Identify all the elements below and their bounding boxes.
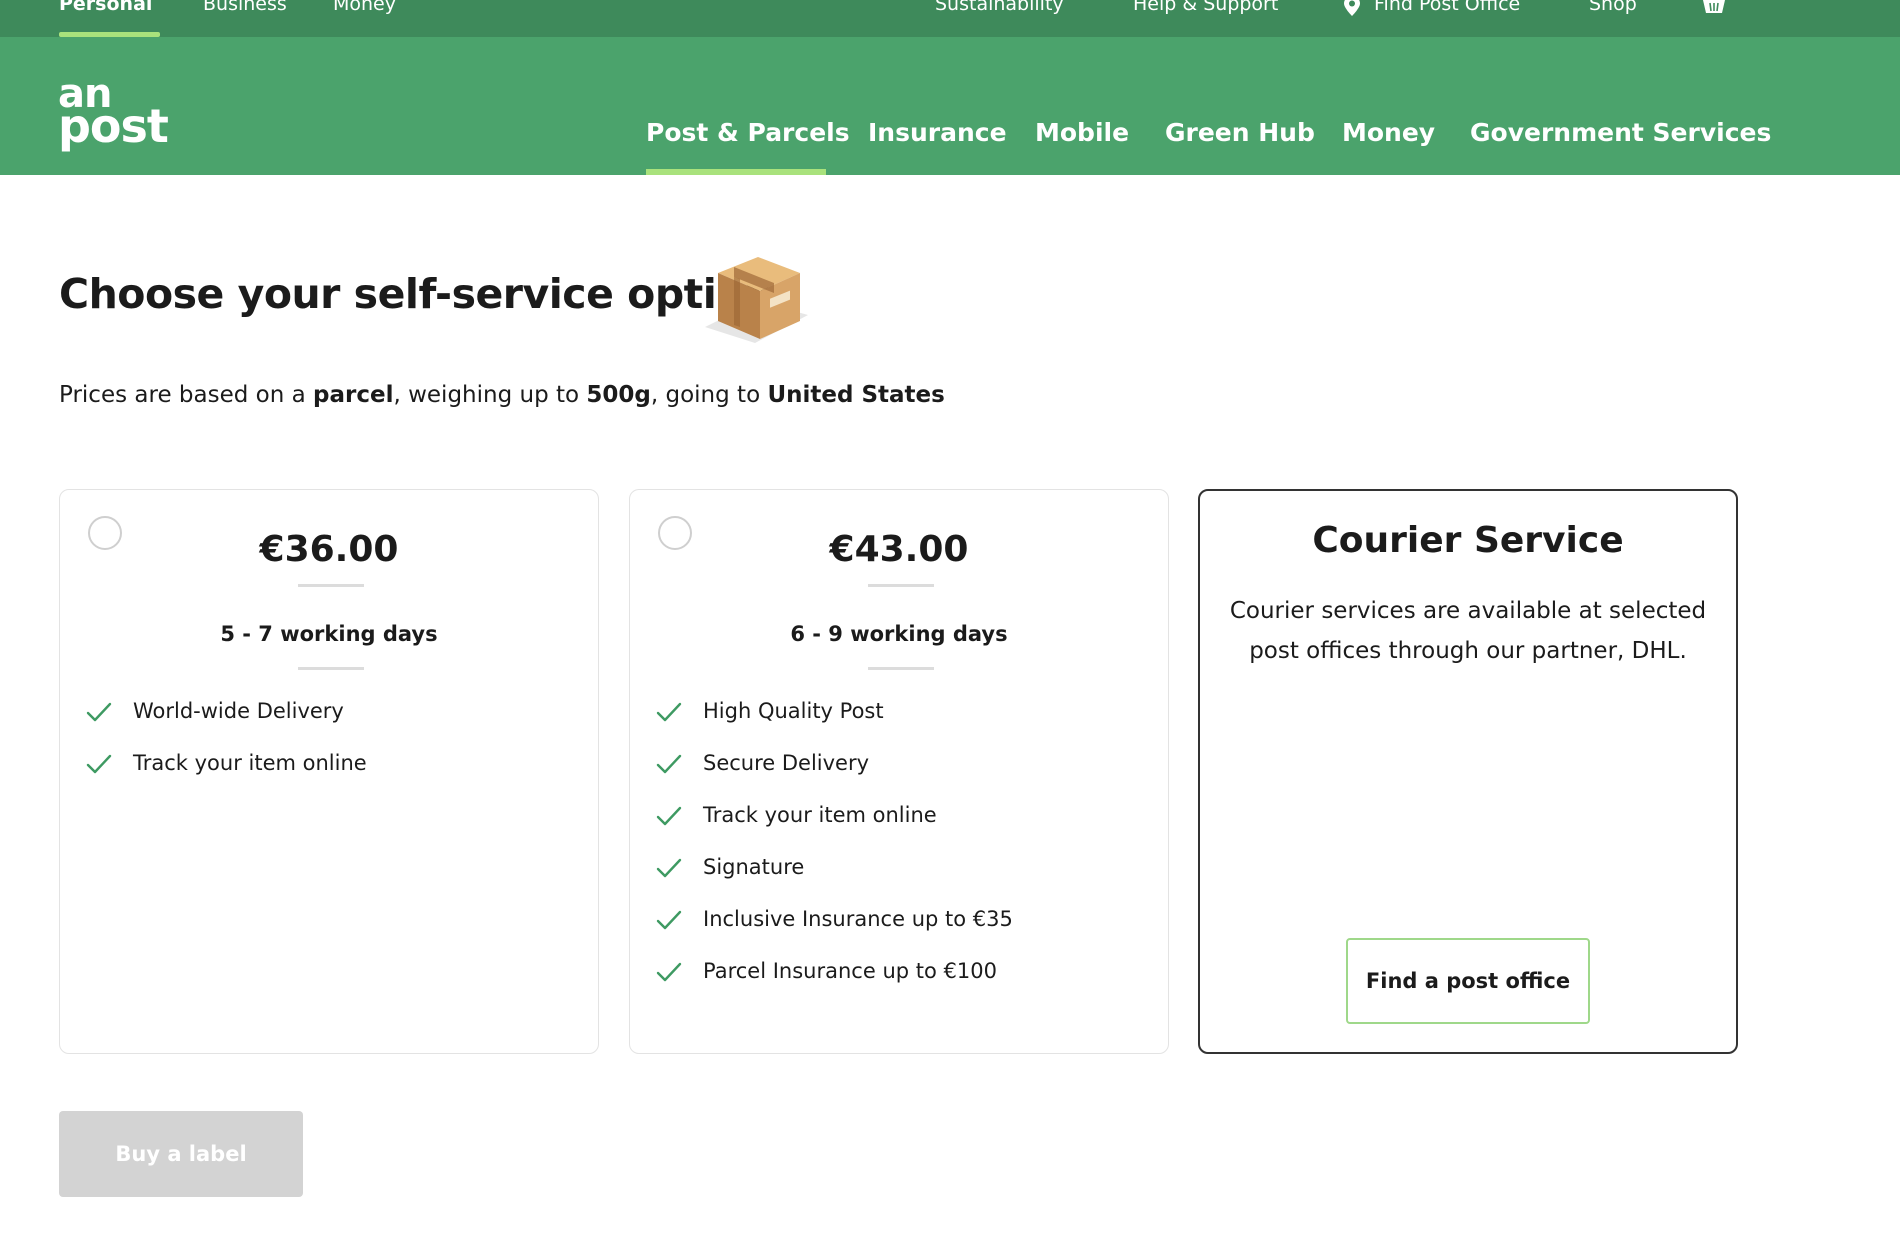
tab-personal[interactable]: Personal xyxy=(59,0,152,16)
nav-government-services[interactable]: Government Services xyxy=(1470,117,1771,149)
feature-item: Secure Delivery xyxy=(656,749,1013,801)
delivery-time: 5 - 7 working days xyxy=(220,622,438,646)
feature-list: World-wide Delivery Track your item onli… xyxy=(86,697,367,801)
checkmark-icon xyxy=(656,754,682,774)
price-basis-text: Prices are based on a parcel, weighing u… xyxy=(59,382,945,408)
checkmark-icon xyxy=(656,858,682,878)
sustainability-link[interactable]: Sustainability xyxy=(935,0,1064,16)
checkmark-icon xyxy=(86,754,112,774)
delivery-time: 6 - 9 working days xyxy=(790,622,1008,646)
feature-item: World-wide Delivery xyxy=(86,697,367,749)
utility-bar: Personal Business Money Sustainability H… xyxy=(0,0,1900,37)
find-post-office-link[interactable]: Find Post Office xyxy=(1374,0,1520,16)
feature-item: Inclusive Insurance up to €35 xyxy=(656,905,1013,957)
checkmark-icon xyxy=(656,702,682,722)
nav-mobile[interactable]: Mobile xyxy=(1035,117,1129,149)
option-card-premium[interactable]: €43.00 6 - 9 working days High Quality P… xyxy=(629,489,1169,1054)
buy-label-button[interactable]: Buy a label xyxy=(59,1111,303,1197)
nav-insurance[interactable]: Insurance xyxy=(868,117,1007,149)
feature-item: Parcel Insurance up to €100 xyxy=(656,957,1013,1009)
feature-item: Signature xyxy=(656,853,1013,905)
feature-item: Track your item online xyxy=(86,749,367,801)
divider xyxy=(868,667,934,670)
main-header: an post Post & Parcels Insurance Mobile … xyxy=(0,37,1900,175)
an-post-logo[interactable]: an post xyxy=(58,74,169,153)
checkmark-icon xyxy=(656,910,682,930)
logo-text-post: post xyxy=(58,99,169,153)
feature-item: Track your item online xyxy=(656,801,1013,853)
help-support-link[interactable]: Help & Support xyxy=(1133,0,1278,16)
destination-country: United States xyxy=(767,382,945,408)
nav-post-parcels[interactable]: Post & Parcels xyxy=(646,117,850,149)
tab-business[interactable]: Business xyxy=(203,0,287,16)
divider xyxy=(298,667,364,670)
tab-money[interactable]: Money xyxy=(333,0,396,16)
courier-service-card: Courier Service Courier services are ava… xyxy=(1198,489,1738,1054)
courier-title: Courier Service xyxy=(1312,520,1624,561)
parcel-box-icon xyxy=(705,257,808,343)
page-title: Choose your self-service option xyxy=(59,270,773,318)
checkmark-icon xyxy=(656,806,682,826)
option-card-standard[interactable]: €36.00 5 - 7 working days World-wide Del… xyxy=(59,489,599,1054)
divider xyxy=(298,584,364,587)
nav-money[interactable]: Money xyxy=(1342,117,1435,149)
option-price: €43.00 xyxy=(829,529,969,570)
item-weight: 500g xyxy=(586,382,651,408)
shop-link[interactable]: Shop xyxy=(1589,0,1637,16)
find-post-office-button[interactable]: Find a post office xyxy=(1346,938,1590,1024)
item-type: parcel xyxy=(313,382,394,408)
feature-item: High Quality Post xyxy=(656,697,1013,749)
shopping-basket-icon[interactable] xyxy=(1701,0,1727,16)
option-price: €36.00 xyxy=(259,529,399,570)
checkmark-icon xyxy=(656,962,682,982)
checkmark-icon xyxy=(86,702,112,722)
divider xyxy=(868,584,934,587)
nav-green-hub[interactable]: Green Hub xyxy=(1165,117,1315,149)
feature-list: High Quality Post Secure Delivery Track … xyxy=(656,697,1013,1009)
courier-description: Courier services are available at select… xyxy=(1229,598,1707,664)
location-pin-icon xyxy=(1344,0,1360,16)
active-nav-indicator xyxy=(646,169,826,175)
